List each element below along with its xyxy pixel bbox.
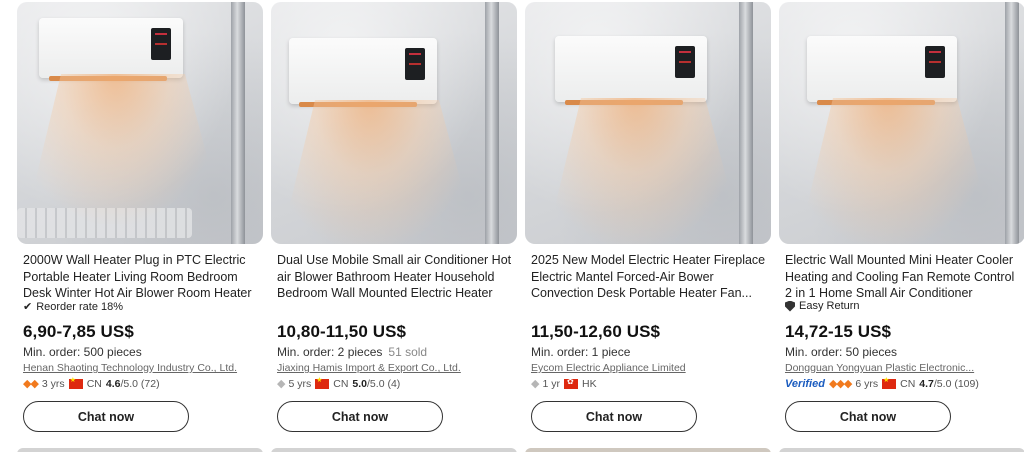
product-title[interactable]: 2025 New Model Electric Heater Fireplace… [531,252,767,302]
supplier-country: CN [333,377,349,390]
gold-diamonds-icon: ◆◆◆ [828,378,852,390]
product-title[interactable]: Dual Use Mobile Small air Conditioner Ho… [277,252,513,302]
display-panel [675,46,695,78]
supplier-years: 6 yrs [855,377,879,390]
supplier-country: HK [581,377,597,390]
heater-unit [555,36,707,105]
chat-now-button[interactable]: Chat now [785,401,951,432]
supplier-country: CN [86,377,102,390]
rating-value: 5.0 [352,377,368,390]
product-grid: 2000W Wall Heater Plug in PTC Electric P… [0,0,1024,452]
easy-return-text: Easy Return [799,300,860,312]
chat-now-button[interactable]: Chat now [23,401,189,432]
product-price: 14,72-15 US$ [785,322,892,341]
next-row-card-edge [779,448,1024,452]
display-panel [405,48,425,80]
chat-now-button[interactable]: Chat now [531,401,697,432]
supplier-years: 3 yrs [41,377,65,390]
supplier-meta: ◆◆ 3 yrs CN 4.6/5.0 (72) [23,376,160,391]
min-order: Min. order: 50 pieces [785,345,898,359]
checkmark-icon: ✔ [23,301,33,313]
gray-diamond-icon: ◆ [531,378,540,390]
supplier-link[interactable]: Henan Shaoting Technology Industry Co., … [23,362,243,374]
display-panel [151,28,171,60]
sold-count: 51 sold [388,345,428,359]
supplier-meta: Verified ◆◆◆ 6 yrs CN 4.7/5.0 (109) [785,376,979,391]
window-frame [1005,2,1019,244]
easy-return-badge: Easy Return [785,300,860,312]
heater-unit [39,18,183,81]
chat-now-button[interactable]: Chat now [277,401,443,432]
supplier-link[interactable]: Jiaxing Hamis Import & Export Co., Ltd. [277,362,497,374]
rating-suffix: /5.0 (109) [933,377,979,390]
min-order: Min. order: 2 pieces 51 sold [277,345,427,359]
window-frame [739,2,753,244]
verified-badge[interactable]: Verified [785,378,825,390]
min-order-text: Min. order: 2 pieces [277,345,383,359]
shield-icon [785,300,795,312]
rating-value: 4.7 [919,377,934,390]
rating-suffix: /5.0 (72) [120,377,160,390]
supplier-meta: ◆ 1 yr HK [531,377,597,391]
rating-value: 4.6 [105,377,121,390]
product-price: 11,50-12,60 US$ [531,322,661,341]
supplier-rating: 4.7/5.0 (109) [919,378,979,390]
min-order: Min. order: 1 piece [531,345,631,359]
next-row-card-edge [525,448,771,452]
next-row-card-edge [17,448,263,452]
gold-diamonds-icon: ◆◆ [23,378,39,390]
product-image[interactable] [17,2,263,244]
window-frame [485,2,499,244]
product-title[interactable]: Electric Wall Mounted Mini Heater Cooler… [785,252,1021,302]
product-image[interactable] [779,2,1024,244]
product-image[interactable] [525,2,771,244]
window-frame [231,2,245,244]
china-flag-icon [68,376,83,389]
product-card[interactable]: 2025 New Model Electric Heater Fireplace… [525,0,771,452]
supplier-years: 5 yrs [288,377,312,390]
min-order: Min. order: 500 pieces [23,345,142,359]
supplier-rating: 4.6/5.0 (72) [106,378,160,390]
supplier-meta: ◆ 5 yrs CN 5.0/5.0 (4) [277,376,400,391]
supplier-years: 1 yr [542,377,560,390]
rating-suffix: /5.0 (4) [367,377,401,390]
product-card[interactable]: Dual Use Mobile Small air Conditioner Ho… [271,0,517,452]
product-title[interactable]: 2000W Wall Heater Plug in PTC Electric P… [23,252,259,302]
china-flag-icon [882,376,897,389]
reorder-rate: ✔ Reorder rate 18% [23,300,124,314]
product-card[interactable]: 2000W Wall Heater Plug in PTC Electric P… [17,0,263,452]
next-row-card-edge [271,448,517,452]
reorder-rate-text: Reorder rate 18% [36,300,124,313]
product-image[interactable] [271,2,517,244]
supplier-link[interactable]: Dongguan Yongyuan Plastic Electronic... [785,362,1005,374]
heater-unit [289,38,437,107]
product-price: 10,80-11,50 US$ [277,322,407,341]
product-price: 6,90-7,85 US$ [23,322,134,341]
hong-kong-flag-icon [563,377,578,389]
supplier-rating: 5.0/5.0 (4) [352,378,400,390]
display-panel [925,46,945,78]
gray-diamond-icon: ◆ [277,378,286,390]
china-flag-icon [315,376,330,389]
product-card[interactable]: Electric Wall Mounted Mini Heater Cooler… [779,0,1024,452]
heater-unit [807,36,957,105]
supplier-country: CN [900,377,916,390]
supplier-link[interactable]: Eycom Electric Appliance Limited [531,362,751,374]
